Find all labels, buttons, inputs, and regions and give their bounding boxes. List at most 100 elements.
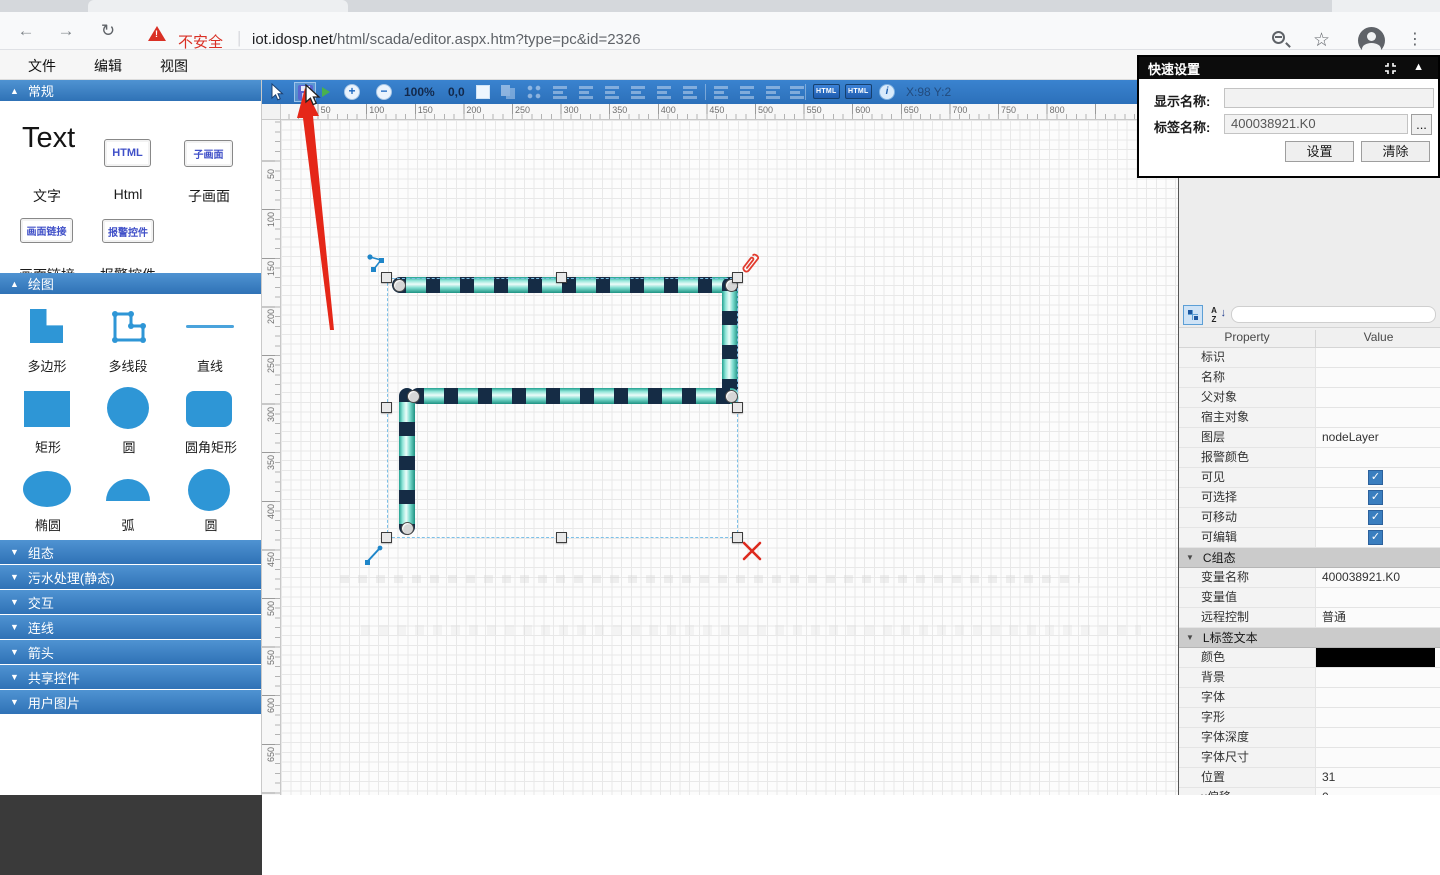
display-name-input[interactable]: [1224, 88, 1434, 108]
not-secure-label[interactable]: 不安全: [178, 31, 223, 52]
design-canvas[interactable]: [281, 120, 1178, 795]
property-filter-input[interactable]: [1231, 306, 1436, 323]
property-value[interactable]: nodeLayer: [1316, 428, 1440, 447]
resize-handle-n[interactable]: [556, 272, 567, 283]
property-value[interactable]: [1316, 348, 1440, 367]
align-middle-icon[interactable]: [657, 85, 672, 100]
align-left-icon[interactable]: [553, 85, 568, 100]
delete-x-icon[interactable]: [741, 540, 763, 562]
polyline-tool-icon[interactable]: [108, 307, 150, 347]
pipe-vertex[interactable]: [401, 522, 414, 535]
clear-button[interactable]: 清除: [1361, 141, 1430, 162]
distribute-v-icon[interactable]: [740, 85, 755, 100]
edit-points-icon[interactable]: [365, 252, 387, 274]
circle2-tool-icon[interactable]: [188, 469, 230, 511]
property-value[interactable]: 400038921.K0: [1316, 568, 1440, 587]
resize-handle-s[interactable]: [556, 532, 567, 543]
browser-menu-icon[interactable]: ⋮: [1407, 29, 1423, 49]
security-warning-icon[interactable]: !: [148, 26, 166, 41]
property-value[interactable]: [1316, 708, 1440, 727]
sort-az-icon[interactable]: A Z ↓: [1207, 305, 1227, 325]
html-tool-icon[interactable]: HTML: [104, 139, 151, 167]
canvas-settings-icon[interactable]: [476, 85, 490, 99]
property-group[interactable]: ▼L标签文本: [1179, 628, 1440, 648]
pipe-vertex[interactable]: [407, 390, 420, 403]
property-value[interactable]: 普通: [1316, 608, 1440, 627]
property-value[interactable]: [1316, 408, 1440, 427]
html-view-icon[interactable]: HTML: [845, 84, 872, 99]
sidebar-section-交互[interactable]: ▼交互: [0, 590, 261, 615]
categorized-view-icon[interactable]: [1183, 305, 1203, 325]
browse-tags-button[interactable]: ...: [1411, 114, 1432, 135]
resize-handle-sw[interactable]: [381, 532, 392, 543]
property-value[interactable]: [1316, 368, 1440, 387]
dock-icon[interactable]: [1383, 61, 1398, 76]
arc-tool-icon[interactable]: [106, 479, 150, 501]
alarm-control-tool-icon[interactable]: 报警控件: [102, 219, 154, 243]
same-height-icon[interactable]: [790, 85, 805, 100]
save-button[interactable]: [294, 82, 316, 102]
property-value[interactable]: ✓: [1316, 488, 1440, 507]
property-value[interactable]: ✓: [1316, 468, 1440, 487]
reload-icon[interactable]: ↻: [96, 18, 120, 44]
run-preview-icon[interactable]: [322, 87, 330, 97]
resize-handle-w[interactable]: [381, 402, 392, 413]
align-right-icon[interactable]: [605, 85, 620, 100]
align-top-icon[interactable]: [631, 85, 646, 100]
property-value[interactable]: [1316, 748, 1440, 767]
rotate-icon[interactable]: [526, 84, 542, 100]
bookmark-star-icon[interactable]: ☆: [1313, 29, 1330, 52]
sidebar-section-drawing[interactable]: ▲ 绘图: [0, 273, 261, 295]
checkbox-checked-icon[interactable]: ✓: [1368, 530, 1383, 545]
group-icon[interactable]: [500, 84, 516, 100]
set-button[interactable]: 设置: [1285, 141, 1354, 162]
html-export-icon[interactable]: HTML: [813, 84, 840, 99]
back-icon[interactable]: ←: [14, 18, 38, 44]
menu-item[interactable]: 视图: [150, 56, 198, 76]
collapse-panel-icon[interactable]: ▲: [1413, 61, 1424, 73]
property-value[interactable]: ✓: [1316, 508, 1440, 527]
property-value[interactable]: [1316, 448, 1440, 467]
select-tool-icon[interactable]: [270, 83, 284, 101]
menu-item[interactable]: 文件: [18, 56, 66, 76]
property-value[interactable]: [1316, 648, 1440, 667]
zoom-in-icon[interactable]: +: [344, 84, 360, 100]
color-swatch[interactable]: [1316, 648, 1435, 667]
sidebar-section-用户图片[interactable]: ▼用户图片: [0, 690, 261, 715]
property-value[interactable]: [1316, 388, 1440, 407]
checkbox-checked-icon[interactable]: ✓: [1368, 510, 1383, 525]
property-value[interactable]: [1316, 728, 1440, 747]
url-text[interactable]: iot.idosp.net/html/scada/editor.aspx.htm…: [252, 31, 641, 48]
sidebar-section-箭头[interactable]: ▼箭头: [0, 640, 261, 665]
checkbox-checked-icon[interactable]: ✓: [1368, 470, 1383, 485]
resize-handle-e[interactable]: [732, 402, 743, 413]
property-value[interactable]: 31: [1316, 768, 1440, 787]
browser-tab[interactable]: [88, 0, 348, 12]
same-width-icon[interactable]: [766, 85, 781, 100]
quick-settings-titlebar[interactable]: 快速设置 ▲: [1139, 57, 1438, 79]
forward-icon[interactable]: →: [54, 18, 78, 44]
zoom-page-icon[interactable]: [1272, 31, 1285, 44]
ellipse-tool-icon[interactable]: [23, 471, 71, 507]
property-value[interactable]: [1316, 668, 1440, 687]
zoom-out-icon[interactable]: −: [376, 84, 392, 100]
rect-tool-icon[interactable]: [24, 391, 70, 427]
menu-item[interactable]: 编辑: [84, 56, 132, 76]
sidebar-section-连线[interactable]: ▼连线: [0, 615, 261, 640]
sidebar-section-组态[interactable]: ▼组态: [0, 540, 261, 565]
sidebar-section-污水处理(静态)[interactable]: ▼污水处理(静态): [0, 565, 261, 590]
align-bottom-icon[interactable]: [683, 85, 698, 100]
property-value[interactable]: [1316, 688, 1440, 707]
property-group[interactable]: ▼C组态: [1179, 548, 1440, 568]
resize-diagonal-icon[interactable]: [363, 544, 385, 566]
checkbox-checked-icon[interactable]: ✓: [1368, 490, 1383, 505]
screen-link-tool-icon[interactable]: 画面链接: [20, 218, 73, 243]
property-value[interactable]: [1316, 588, 1440, 607]
distribute-h-icon[interactable]: [714, 85, 729, 100]
align-center-icon[interactable]: [579, 85, 594, 100]
link-paperclip-icon[interactable]: [739, 250, 761, 280]
property-value[interactable]: 0: [1316, 788, 1440, 795]
pipe-vertex[interactable]: [393, 279, 406, 292]
subscreen-tool-icon[interactable]: 子画面: [184, 140, 233, 167]
tag-name-input[interactable]: 400038921.K0: [1224, 114, 1408, 134]
